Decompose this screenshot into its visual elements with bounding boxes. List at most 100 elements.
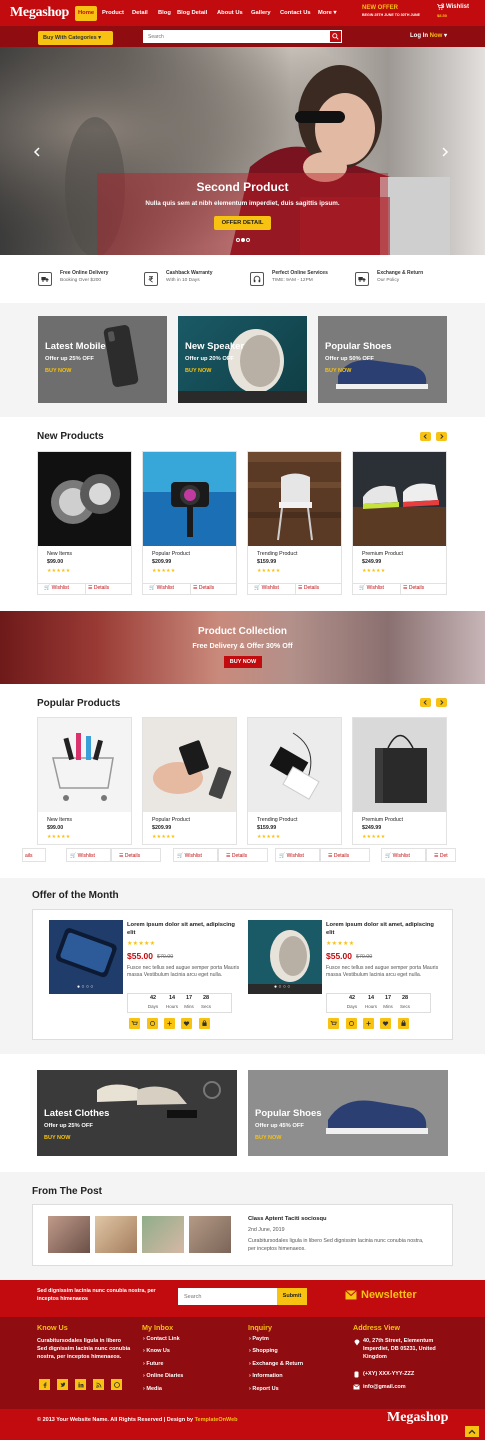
footer-link[interactable]: › Paytm [249,1336,269,1342]
wishlist-count[interactable]: 3 Wishlist [441,4,469,10]
cart-button[interactable] [328,1018,339,1029]
bag-button[interactable] [398,1018,409,1029]
compare-button[interactable] [346,1018,357,1029]
carousel-next-button[interactable] [436,432,447,441]
offer-image-speaker[interactable] [248,920,322,994]
like-button[interactable] [380,1018,391,1029]
social-dribbble[interactable] [111,1379,122,1390]
product-name[interactable]: Premium Product [362,817,403,823]
product-card[interactable]: Popular Product $209.99 ★★★★★ [142,717,237,845]
footer-phone[interactable]: (+XY) XXX-YYY-ZZZ [363,1371,414,1377]
social-rss[interactable] [93,1379,104,1390]
product-name[interactable]: Trending Product [257,817,297,823]
details-button[interactable]: ☰ Details [88,585,109,591]
wishlist-button[interactable]: 🛒 Wishlist [359,585,384,591]
nav-detail[interactable]: Detail [129,6,151,21]
post-thumb[interactable] [48,1216,90,1253]
banner-buy-now[interactable]: BUY NOW [185,368,211,374]
nav-blog[interactable]: Blog [155,6,174,21]
footer-link[interactable]: › Shopping [249,1348,278,1354]
nav-contact-us[interactable]: Contact Us [277,6,314,21]
social-facebook[interactable] [39,1379,50,1390]
offer-detail-button[interactable]: OFFER DETAIL [214,216,271,230]
product-card[interactable]: Trending Product $159.99 ★★★★★ [247,717,342,845]
bag-button[interactable] [199,1018,210,1029]
banner-popular-shoes-2[interactable]: Popular Shoes Offer up 45% OFF BUY NOW [248,1070,448,1156]
designer-link[interactable]: TemplateOnWeb [195,1417,238,1423]
zoom-button[interactable] [164,1018,175,1029]
wishlist-button[interactable]: 🛒 Wishlist [66,848,111,862]
slider-dot[interactable] [236,238,240,242]
footer-logo[interactable]: Megashop [387,1410,448,1426]
details-button[interactable]: ☰ Details [298,585,319,591]
wishlist-button[interactable]: 🛒 Wishlist [254,585,279,591]
wishlist-button[interactable]: 🛒 Wishlist [381,848,426,862]
offer-slider-dots[interactable]: ● ○ ○ ○ [77,984,93,990]
banner-new-speaker[interactable]: New Speaker Offer up 20% OFF BUY NOW [178,316,307,403]
nav-more[interactable]: More ▾ [315,6,339,21]
offer-title[interactable]: Lorem ipsum dolor sit amet, adipiscing e… [326,921,441,937]
nav-gallery[interactable]: Gallery [248,6,274,21]
newsletter-submit-button[interactable]: Submit [277,1288,307,1305]
banner-buy-now[interactable]: BUY NOW [255,1135,281,1141]
nav-product[interactable]: Product [99,6,127,21]
site-logo[interactable]: Megashop [10,5,69,21]
product-name[interactable]: Trending Product [257,551,297,557]
product-card[interactable]: Popular Product $209.99 ★★★★★ 🛒 Wishlist… [142,451,237,595]
nav-home[interactable]: Home [75,6,98,21]
banner-latest-mobile[interactable]: Latest Mobile Offer up 25% OFF BUY NOW [38,316,167,403]
footer-link[interactable]: › Report Us [249,1386,279,1392]
nav-blog-detail[interactable]: Blog Detail [174,6,210,21]
product-name[interactable]: Popular Product [152,817,190,823]
cart-button[interactable] [129,1018,140,1029]
footer-link[interactable]: › Media [143,1386,162,1392]
wishlist-button[interactable]: 🛒 Wishlist [149,585,174,591]
social-twitter[interactable] [57,1379,68,1390]
product-name[interactable]: New Items [47,551,72,557]
footer-link[interactable]: › Future [143,1361,164,1367]
carousel-prev-button[interactable] [420,432,431,441]
hero-next-arrow[interactable] [441,147,449,157]
footer-link[interactable]: › Know Us [143,1348,170,1354]
product-name[interactable]: New Items [47,817,72,823]
carousel-next-button[interactable] [436,698,447,707]
search-input[interactable] [143,30,329,43]
footer-link[interactable]: › Online Diaries [143,1373,183,1379]
post-title[interactable]: Class Aptent Taciti sociosqu [248,1216,327,1222]
offer-title[interactable]: Lorem ipsum dolor sit amet, adipiscing e… [127,921,242,937]
product-name[interactable]: Popular Product [152,551,190,557]
zoom-button[interactable] [363,1018,374,1029]
newsletter-input[interactable] [178,1288,278,1305]
details-button[interactable]: ☰ Details [320,848,370,862]
like-button[interactable] [181,1018,192,1029]
offer-image-phone[interactable] [49,920,123,994]
wishlist-button[interactable]: 🛒 Wishlist [173,848,218,862]
social-linkedin[interactable] [75,1379,86,1390]
banner-buy-now[interactable]: BUY NOW [44,1135,70,1141]
product-card[interactable]: Trending Product $159.99 ★★★★★ 🛒 Wishlis… [247,451,342,595]
product-card[interactable]: Premium Product $249.99 ★★★★★ [352,717,447,845]
post-thumb[interactable] [189,1216,231,1253]
wishlist-button[interactable]: 🛒 Wishlist [44,585,69,591]
banner-popular-shoes[interactable]: Popular Shoes Offer up 50% OFF BUY NOW [318,316,447,403]
carousel-prev-button[interactable] [420,698,431,707]
product-card[interactable]: Premium Product $249.99 ★★★★★ 🛒 Wishlist… [352,451,447,595]
footer-link[interactable]: › Information [249,1373,283,1379]
product-card[interactable]: New Items $99.00 ★★★★★ [37,717,132,845]
login-link[interactable]: Log In Now ▾ [410,31,447,42]
offer-slider-dots[interactable]: ● ○ ○ ○ [274,984,290,990]
nav-about-us[interactable]: About Us [214,6,246,21]
banner-latest-clothes[interactable]: Latest Clothes Offer up 25% OFF BUY NOW [37,1070,237,1156]
footer-link[interactable]: › Exchange & Return [249,1361,303,1367]
footer-email[interactable]: info@gmail.com [363,1384,406,1390]
product-name[interactable]: Premium Product [362,551,403,557]
search-button[interactable] [329,30,342,43]
details-button[interactable]: ☰ Det [426,848,456,862]
compare-button[interactable] [147,1018,158,1029]
banner-buy-now[interactable]: BUY NOW [325,368,351,374]
footer-link[interactable]: › Contact Link [143,1336,180,1342]
details-button[interactable]: ails [22,848,46,862]
categories-button[interactable]: Buy With Categories ▾ [38,31,113,45]
post-thumb[interactable] [142,1216,184,1253]
hero-prev-arrow[interactable] [33,147,41,157]
